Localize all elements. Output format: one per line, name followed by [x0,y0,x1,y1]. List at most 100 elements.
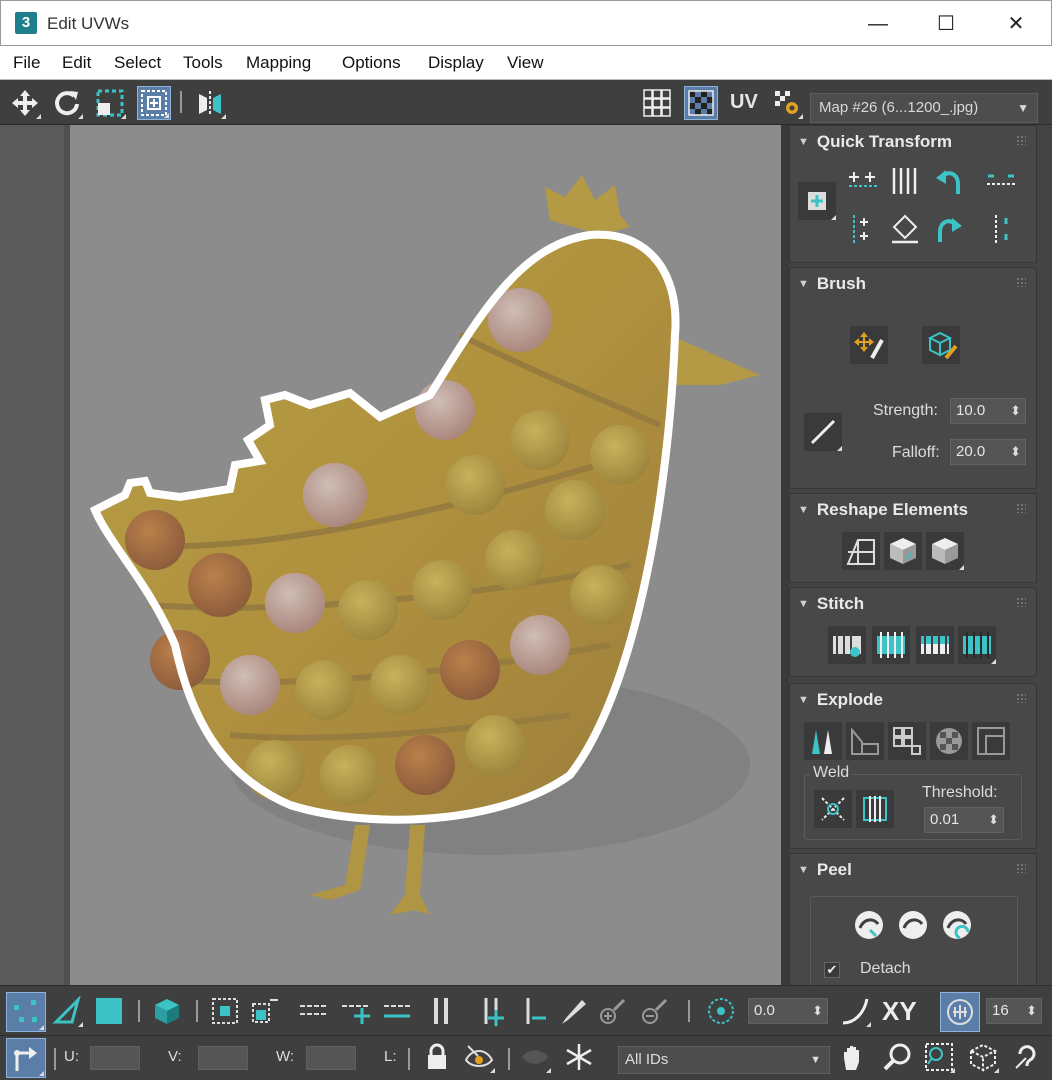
close-button[interactable]: ✕ [993,9,1039,39]
stitch-to-source-icon[interactable] [872,626,910,664]
shrink-loop-icon[interactable] [380,994,414,1028]
xy-space-toggle[interactable]: XY [882,996,917,1027]
rotate-ccw-icon[interactable] [930,162,968,200]
space-vertical-icon[interactable] [886,210,924,248]
move-icon[interactable] [8,86,42,120]
quick-peel-icon[interactable] [850,906,888,944]
align-left-right-icon[interactable] [982,162,1020,200]
scale-icon[interactable] [93,86,127,120]
grow-selection-icon[interactable] [208,994,242,1028]
menu-display[interactable]: Display [428,53,484,73]
relax-brush-icon[interactable] [922,326,960,364]
zoom-extents-icon[interactable] [966,1040,1000,1074]
flatten-by-smoothing-icon[interactable] [930,722,968,760]
paint-grow-icon[interactable] [596,994,630,1028]
stitch-custom-icon[interactable] [828,626,866,664]
viewport-scrollbar[interactable] [781,125,789,985]
rotate-icon[interactable] [50,86,84,120]
drag-grip-icon[interactable] [1016,277,1026,287]
align-top-bottom-icon[interactable] [982,210,1020,248]
peel-mode-icon[interactable] [894,906,932,944]
menu-tools[interactable]: Tools [183,53,223,73]
grow-loop-icon[interactable] [338,994,372,1028]
v-input[interactable] [198,1046,248,1070]
u-input[interactable] [90,1046,140,1070]
stitch-average-icon[interactable] [916,626,954,664]
strength-spinner[interactable]: 10.0 [950,398,1026,424]
freeze-icon[interactable] [562,1040,596,1074]
drag-grip-icon[interactable] [1016,863,1026,873]
polygon-select-icon[interactable] [92,994,126,1028]
relax-settings-icon[interactable] [926,532,964,570]
shrink-selection-icon[interactable] [248,994,282,1028]
maximize-button[interactable]: ☐ [923,9,969,39]
rotate-cw-icon[interactable] [930,210,968,248]
flatten-by-polygon-icon[interactable] [972,722,1010,760]
vertex-select-icon[interactable] [6,992,46,1032]
hide-unselected-icon[interactable] [462,1040,496,1074]
weld-selected-icon[interactable] [814,790,852,828]
pan-icon[interactable] [836,1040,870,1074]
element-select-icon[interactable] [150,994,184,1028]
falloff-type-icon[interactable] [838,994,872,1028]
ring-icon[interactable] [424,994,458,1028]
menu-edit[interactable]: Edit [62,53,91,73]
reset-peel-icon[interactable] [938,906,976,944]
shrink-ring-icon[interactable] [516,994,550,1028]
grid-size-spinner[interactable]: 16 [986,998,1042,1024]
absolute-offset-toggle-icon[interactable] [6,1038,46,1078]
drag-grip-icon[interactable] [1016,503,1026,513]
material-id-dropdown[interactable]: All IDs ▼ [618,1046,830,1074]
grow-ring-icon[interactable] [474,994,508,1028]
menu-options[interactable]: Options [342,53,401,73]
zoom-region-icon[interactable] [922,1040,956,1074]
lock-icon[interactable] [420,1040,454,1074]
flatten-by-angle-icon[interactable] [846,722,884,760]
minimize-button[interactable]: — [855,9,901,39]
space-horizontal-icon[interactable] [886,162,924,200]
detach-checkbox[interactable]: ✔ [824,962,840,978]
pivot-icon[interactable] [798,182,836,220]
peel-header[interactable]: ▼ Peel [798,860,852,880]
edge-select-icon[interactable] [50,994,84,1028]
stitch-header[interactable]: ▼ Stitch [798,594,864,614]
show-map-icon[interactable] [684,86,718,120]
w-input[interactable] [306,1046,356,1070]
checker-pattern-icon[interactable] [640,86,674,120]
menu-file[interactable]: File [13,53,40,73]
paint-shrink-icon[interactable] [638,994,672,1028]
uv-editor-viewport[interactable] [0,125,781,985]
loop-icon[interactable] [296,994,330,1028]
align-horizontal-icon[interactable] [844,162,882,200]
falloff-spinner[interactable]: 20.0 [950,439,1026,465]
falloff-curve-icon[interactable] [804,413,842,451]
straighten-icon[interactable] [842,532,880,570]
threshold-spinner[interactable]: 0.01 [924,807,1004,833]
zoom-icon[interactable] [880,1040,914,1074]
stitch-to-target-icon[interactable] [958,626,996,664]
menu-select[interactable]: Select [114,53,161,73]
grid-snap-icon[interactable] [940,992,980,1032]
help-icon[interactable] [1010,1040,1044,1074]
soft-selection-spinner[interactable]: 0.0 [748,998,828,1024]
drag-grip-icon[interactable] [1016,135,1026,145]
reshape-header[interactable]: ▼ Reshape Elements [798,500,968,520]
flatten-by-material-icon[interactable] [888,722,926,760]
brush-header[interactable]: ▼ Brush [798,274,866,294]
weld-target-icon[interactable] [856,790,894,828]
paint-select-icon[interactable] [556,994,590,1028]
drag-grip-icon[interactable] [1016,693,1026,703]
menu-view[interactable]: View [507,53,544,73]
break-icon[interactable] [804,722,842,760]
soft-selection-icon[interactable] [704,994,738,1028]
freeform-icon[interactable] [137,86,171,120]
explode-header[interactable]: ▼ Explode [798,690,883,710]
uv-channel-label[interactable]: UV [730,91,758,114]
map-select-dropdown[interactable]: Map #26 (6...1200_.jpg) ▼ [810,93,1038,123]
map-settings-icon[interactable] [770,86,804,120]
menu-mapping[interactable]: Mapping [246,53,311,73]
show-hidden-icon[interactable] [518,1040,552,1074]
paint-move-icon[interactable] [850,326,888,364]
drag-grip-icon[interactable] [1016,597,1026,607]
mirror-icon[interactable] [193,86,227,120]
